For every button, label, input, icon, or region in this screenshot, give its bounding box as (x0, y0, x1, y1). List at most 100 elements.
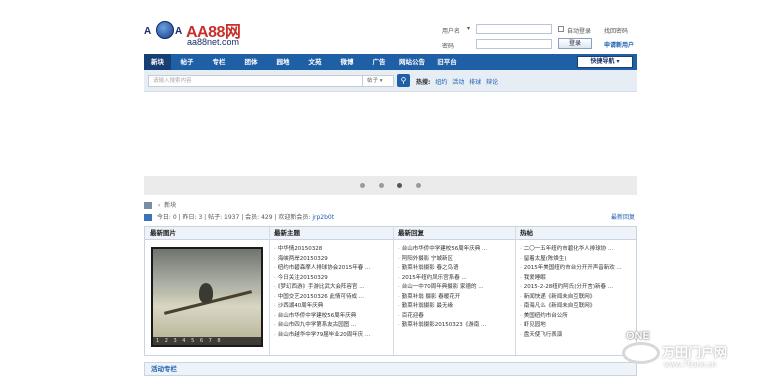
list-item[interactable]: 美国纽约市台公所 (520, 312, 634, 322)
list-item[interactable]: 勤菜补翁摄影 春之鸟语 (398, 264, 512, 274)
list-item[interactable]: 台山一中70周年典摄影 家德的 ... (398, 283, 512, 293)
search-input[interactable]: 请输入搜索内容 (148, 75, 365, 87)
list-item[interactable]: 沙西湖40周年庆典 (274, 302, 390, 312)
list-item[interactable]: 中华情20150328 (274, 245, 390, 255)
list-item[interactable]: 台山市四九中学第系友古园图 ... (274, 321, 390, 331)
list-item[interactable]: 南海凡么《新闻未自互联网》 (520, 302, 634, 312)
list-item[interactable]: 勤菜补翁 摄影 春暖花开 (398, 293, 512, 303)
slider-dot[interactable] (360, 183, 365, 188)
username-input[interactable] (476, 24, 552, 34)
list-item[interactable]: 台山市华侨中学建校56周年庆典 ... (398, 245, 512, 255)
nav-item-groups[interactable]: 团体 (238, 54, 264, 70)
username-label: 用户名 (442, 28, 461, 35)
stat-yesterday: 昨日: 3 (182, 214, 203, 221)
list-item[interactable]: 2015年美国纽约市台分开开声音新欢 ... (520, 264, 634, 274)
column-divider (393, 227, 394, 355)
column-divider (269, 227, 270, 355)
stat-members: 会员: 429 (245, 214, 273, 221)
hot-keyword[interactable]: 纽约 (435, 79, 447, 86)
logo-prefix-2: A (175, 26, 183, 37)
search-button[interactable]: ⚲ (397, 74, 410, 87)
login-panel: 用户名 ▾ 自动登录 找回密码 密码 登录 申请新用户 (440, 24, 640, 54)
column-header-topics: 最新主题 (269, 227, 393, 240)
photo-pager[interactable]: 1 2 3 4 5 6 7 8 (153, 337, 261, 345)
hot-keyword[interactable]: 排球 (469, 79, 481, 86)
column-header-images: 最新图片 (145, 227, 269, 240)
slider-dot[interactable] (379, 183, 384, 188)
list-item[interactable]: 台山市华侨中学建校56周年庆典 (274, 312, 390, 322)
watermark: ONE 万田门户网 www.75one.cn (620, 330, 780, 374)
list-item[interactable]: 勤菜补翁摄影 最无缘 (398, 302, 512, 312)
brand-domain: aa88net.com (187, 37, 240, 47)
list-item[interactable]: 海峡两岸20150329 (274, 255, 390, 265)
slider-dot[interactable] (416, 183, 421, 188)
nav-item-announcements[interactable]: 网站公告 (394, 54, 430, 70)
hot-search: 热搜: 纽约 活动 排球 辩论 (416, 77, 498, 86)
nav-item-literature[interactable]: 文苑 (302, 54, 328, 70)
hot-search-label: 热搜: (416, 79, 431, 86)
list-item[interactable]: 2015-2-28纽约阿氏(分开言)新春 ... (520, 283, 634, 293)
column-header-hot: 热帖 (515, 227, 636, 240)
nav-item-columns[interactable]: 专栏 (206, 54, 232, 70)
nav-item-garden[interactable]: 园地 (270, 54, 296, 70)
nav-item-weibo[interactable]: 微博 (334, 54, 360, 70)
breadcrumb-separator: › (157, 202, 163, 209)
username-type-dropdown[interactable]: ▾ (467, 25, 470, 32)
welcome-label: 欢迎新会员: (278, 214, 311, 221)
list-item[interactable]: 勤菜补翁摄影20150323《游南 ... (398, 321, 512, 331)
bird-image (199, 283, 213, 303)
content-columns: 最新图片 最新主题 最新回复 热帖 1 2 3 4 5 6 7 8 中华情201… (144, 226, 637, 356)
watermark-logo-icon (622, 342, 660, 364)
column-divider (515, 227, 516, 355)
forum-stats: 今日: 0 | 昨日: 3 | 帖子: 1937 | 会员: 429 | 欢迎新… (144, 212, 637, 224)
new-member-link[interactable]: jrp2b0t (312, 214, 334, 221)
password-label: 密码 (442, 43, 455, 50)
search-scope-select[interactable]: 帖子 ▾ (362, 75, 394, 87)
latest-topics-list: 中华情20150328 海峡两岸20150329 纽约市碧森摩人排球协会2015… (274, 245, 390, 340)
quick-nav-button[interactable]: 快捷导航 ▾ (577, 56, 633, 68)
nav-item-home[interactable]: 新块 (144, 54, 171, 70)
nav-item-ads[interactable]: 广告 (366, 54, 392, 70)
auto-login-checkbox[interactable] (558, 26, 564, 32)
site-logo[interactable]: A A AA88网 aa88net.com (144, 15, 254, 49)
list-item[interactable]: 《梦幻西游》手游比武大会阵容官 ... (274, 283, 390, 293)
main-nav: 新块 帖子 专栏 团体 园地 文苑 微博 广告 网站公告 旧平台 快捷导航 ▾ (144, 54, 637, 70)
featured-photo[interactable]: 1 2 3 4 5 6 7 8 (151, 247, 263, 347)
nav-item-posts[interactable]: 帖子 (174, 54, 200, 70)
list-item[interactable]: 二〇一五年纽约市碧化华人排球协 ... (520, 245, 634, 255)
list-item[interactable]: 今日关注20150329 (274, 274, 390, 284)
list-item[interactable]: 2015年纽约凤乐宫系春 ... (398, 274, 512, 284)
list-item[interactable]: 中国交艺20150326 此情可待成 ... (274, 293, 390, 303)
stat-today: 今日: 0 (156, 214, 177, 221)
list-item[interactable]: 留着太屋(陈焕生) (520, 255, 634, 265)
list-item[interactable]: 台山市越华中学79届毕业20周年庆 ... (274, 331, 390, 341)
list-item[interactable]: 虾见园地 (520, 321, 634, 331)
list-item[interactable]: 我爱睡眠 (520, 274, 634, 284)
search-icon: ⚲ (400, 76, 407, 85)
search-bar: 请输入搜索内容 帖子 ▾ ⚲ 热搜: 纽约 活动 排球 辩论 (144, 70, 637, 92)
watermark-url: www.75one.cn (664, 360, 717, 369)
nav-item-old-platform[interactable]: 旧平台 (432, 54, 462, 70)
banner-area (144, 92, 637, 176)
slider-dot-active[interactable] (397, 183, 402, 188)
register-link[interactable]: 申请新用户 (604, 40, 634, 49)
list-item[interactable]: 纽约市碧森摩人排球协会2015年春 ... (274, 264, 390, 274)
password-input[interactable] (476, 39, 552, 49)
logo-prefix: A (144, 26, 152, 37)
auto-login-label: 自动登录 (567, 28, 592, 35)
watermark-text: 万田门户网 (662, 346, 728, 361)
list-item[interactable]: 新闻快递《新闻未自互联网》 (520, 293, 634, 303)
hot-keyword[interactable]: 活动 (452, 79, 464, 86)
breadcrumb-current[interactable]: 新块 (164, 202, 176, 209)
latest-replies-link[interactable]: 最新回复 (611, 212, 635, 224)
list-item[interactable]: 盘天使飞行表演 (520, 331, 634, 341)
watermark-one: ONE (626, 330, 650, 342)
list-item[interactable]: 百花迎春 (398, 312, 512, 322)
slider-controls (144, 176, 637, 195)
hot-keyword[interactable]: 辩论 (486, 79, 498, 86)
forgot-password-link[interactable]: 找回密码 (604, 26, 628, 35)
stat-posts: 帖子: 1937 (208, 214, 240, 221)
home-icon[interactable] (144, 202, 152, 209)
login-button[interactable]: 登录 (558, 38, 592, 49)
list-item[interactable]: 阿阳外摄影 宁城新区 (398, 255, 512, 265)
